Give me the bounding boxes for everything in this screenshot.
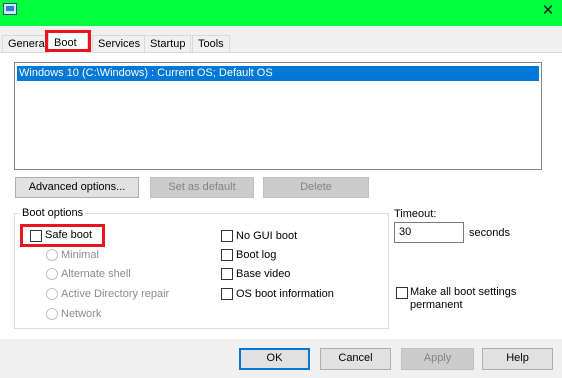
tab-services[interactable]: Services [92,35,147,53]
title-bar[interactable]: ✕ [0,0,562,26]
apply-button[interactable]: Apply [401,348,474,370]
active-directory-repair-label: Active Directory repair [61,288,170,300]
tab-tools[interactable]: Tools [192,35,230,53]
alternate-shell-radio[interactable] [46,268,58,280]
active-directory-repair-radio[interactable] [46,288,58,300]
advanced-options-button[interactable]: Advanced options... [15,177,139,198]
set-as-default-button[interactable]: Set as default [150,177,254,198]
network-radio[interactable] [46,308,58,320]
os-boot-information-checkbox[interactable] [221,288,233,300]
tab-boot[interactable]: Boot [48,32,88,53]
network-label: Network [61,308,102,320]
minimal-radio[interactable] [46,249,58,261]
tab-bar: General Boot Services Startup Tools [0,32,562,53]
alternate-shell-label: Alternate shell [61,268,131,280]
make-permanent-label-line2: permanent [410,299,463,311]
base-video-label: Base video [236,268,291,280]
timeout-input[interactable]: 30 [394,222,464,243]
close-button[interactable]: ✕ [534,0,562,22]
ok-button[interactable]: OK [239,348,310,370]
boot-options-title: Boot options [20,207,86,220]
minimal-label: Minimal [61,249,99,261]
help-button[interactable]: Help [482,348,553,370]
safe-boot-checkbox[interactable] [30,230,42,242]
base-video-checkbox[interactable] [221,268,233,280]
boot-log-label: Boot log [236,249,277,261]
timeout-label: Timeout: [394,208,437,220]
make-permanent-label: Make all boot settings [410,286,517,298]
tab-startup[interactable]: Startup [144,35,192,53]
os-list-item[interactable]: Windows 10 (C:\Windows) : Current OS; De… [17,66,539,81]
delete-button[interactable]: Delete [263,177,369,198]
cancel-button[interactable]: Cancel [320,348,391,370]
boot-log-checkbox[interactable] [221,249,233,261]
os-boot-information-label: OS boot information [236,288,334,300]
os-list[interactable]: Windows 10 (C:\Windows) : Current OS; De… [14,62,542,170]
make-permanent-checkbox[interactable] [396,287,408,299]
no-gui-boot-label: No GUI boot [236,230,298,242]
no-gui-boot-checkbox[interactable] [221,230,233,242]
msconfig-icon [3,3,17,15]
safe-boot-label: Safe boot [45,229,93,241]
tab-general[interactable]: General [2,35,54,53]
timeout-unit-label: seconds [469,227,510,239]
